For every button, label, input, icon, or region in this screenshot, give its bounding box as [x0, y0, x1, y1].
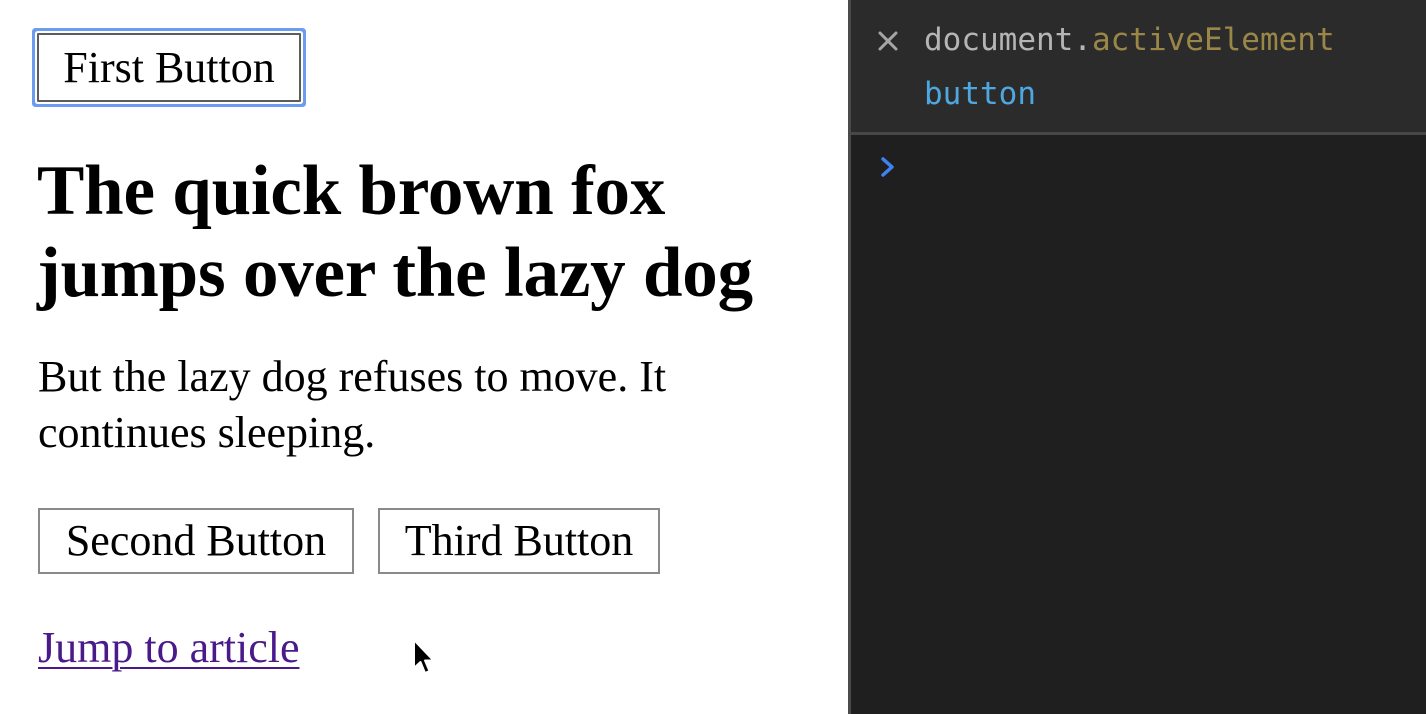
live-expression-text[interactable]: document.activeElement: [924, 18, 1335, 62]
page-heading: The quick brown fox jumps over the lazy …: [37, 152, 753, 312]
close-icon[interactable]: [875, 26, 901, 56]
devtools-console: document.activeElement button: [851, 0, 1426, 714]
page-paragraph: But the lazy dog refuses to move. It con…: [38, 352, 667, 457]
mouse-cursor-icon: [413, 639, 435, 674]
web-page: First Button The quick brown fox jumps o…: [0, 0, 848, 714]
live-expression: document.activeElement button: [851, 0, 1426, 135]
expression-result: button: [924, 76, 1036, 112]
expression-property: activeElement: [1091, 22, 1335, 58]
first-button[interactable]: First Button: [37, 33, 301, 102]
second-button[interactable]: Second Button: [38, 508, 354, 574]
jump-to-article-link[interactable]: Jump to article: [38, 620, 300, 676]
console-input[interactable]: [921, 145, 1411, 189]
expression-object: document.: [924, 22, 1092, 58]
third-button[interactable]: Third Button: [378, 508, 660, 574]
screen: First Button The quick brown fox jumps o…: [0, 0, 1426, 714]
chevron-right-icon: [875, 152, 901, 182]
